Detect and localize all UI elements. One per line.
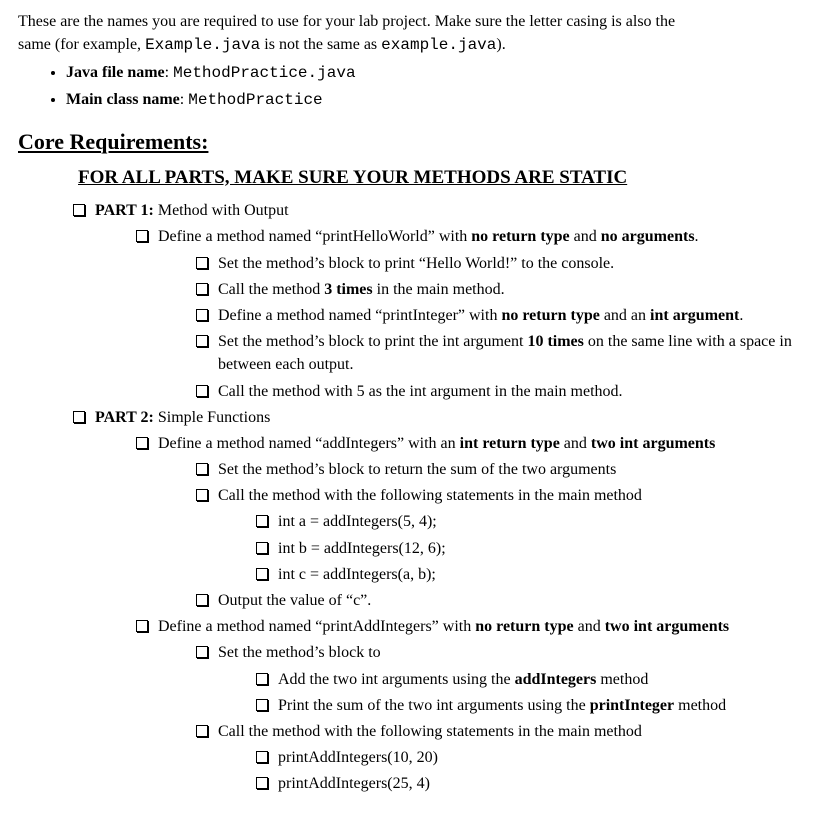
bullet-main-class: Main class name: MethodPractice	[66, 88, 811, 112]
checkbox-icon	[196, 335, 208, 347]
checkbox-icon	[196, 309, 208, 321]
part2-row: PART 2: Simple Functions	[73, 406, 811, 429]
checkbox-icon	[256, 777, 268, 789]
checkbox-icon	[196, 385, 208, 397]
static-methods-heading: FOR ALL PARTS, MAKE SURE YOUR METHODS AR…	[78, 164, 811, 192]
checkbox-icon	[196, 283, 208, 295]
name-bullets: Java file name: MethodPractice.java Main…	[18, 61, 811, 111]
p2-output-c: Output the value of “c”.	[196, 589, 811, 612]
checkbox-icon	[256, 515, 268, 527]
part2-title: PART 2: Simple Functions	[95, 406, 811, 429]
intro-code2: example.java	[381, 36, 496, 54]
p2-stmt-a: int a = addIntegers(5, 4);	[256, 510, 811, 533]
checkbox-icon	[256, 673, 268, 685]
p2-print-sum: Print the sum of the two int arguments u…	[256, 694, 811, 717]
part1-title: PART 1: Method with Output	[95, 199, 811, 222]
checkbox-icon	[196, 725, 208, 737]
p1-call-3times: Call the method 3 times in the main meth…	[196, 278, 811, 301]
bullet1-value: MethodPractice.java	[173, 64, 355, 82]
p1-set-block-hello: Set the method’s block to print “Hello W…	[196, 252, 811, 275]
intro-line2a: same (for example,	[18, 36, 145, 53]
checkbox-icon	[196, 463, 208, 475]
p2-define-printaddintegers: Define a method named “printAddIntegers”…	[136, 615, 811, 638]
checkbox-icon	[256, 699, 268, 711]
intro-line2c: ).	[496, 36, 505, 53]
p1-define-printhelloworld: Define a method named “printHelloWorld” …	[136, 225, 811, 248]
bullet-java-file: Java file name: MethodPractice.java	[66, 61, 811, 85]
p2-add-two-ints: Add the two int arguments using the addI…	[256, 668, 811, 691]
checkbox-icon	[136, 620, 148, 632]
intro-line2b: is not the same as	[260, 36, 381, 53]
checkbox-icon	[196, 489, 208, 501]
bullet1-label: Java file name	[66, 64, 165, 81]
bullet2-value: MethodPractice	[188, 91, 322, 109]
p1-call-with-5: Call the method with 5 as the int argume…	[196, 380, 811, 403]
p2-call-25-4: printAddIntegers(25, 4)	[256, 772, 811, 795]
p2-set-block-to: Set the method’s block to	[196, 641, 811, 664]
checkbox-icon	[196, 257, 208, 269]
checkbox-icon	[136, 437, 148, 449]
checkbox-icon	[196, 594, 208, 606]
p1-define-printinteger: Define a method named “printInteger” wit…	[196, 304, 811, 327]
intro-paragraph: These are the names you are required to …	[18, 10, 811, 57]
checkbox-icon	[256, 751, 268, 763]
core-requirements-heading: Core Requirements:	[18, 126, 811, 158]
intro-code1: Example.java	[145, 36, 260, 54]
p1-set-block-10times: Set the method’s block to print the int …	[196, 330, 811, 376]
checkbox-icon	[196, 646, 208, 658]
p2-stmt-c: int c = addIntegers(a, b);	[256, 563, 811, 586]
p2-call-main-statements: Call the method with the following state…	[196, 720, 811, 743]
part1-row: PART 1: Method with Output	[73, 199, 811, 222]
checkbox-icon	[256, 542, 268, 554]
p2-set-block-sum: Set the method’s block to return the sum…	[196, 458, 811, 481]
checkbox-icon	[136, 230, 148, 242]
p2-define-addintegers: Define a method named “addIntegers” with…	[136, 432, 811, 455]
checkbox-icon	[73, 204, 85, 216]
p2-call-statements: Call the method with the following state…	[196, 484, 811, 507]
checkbox-icon	[256, 568, 268, 580]
checkbox-icon	[73, 411, 85, 423]
intro-line1: These are the names you are required to …	[18, 13, 675, 30]
p2-stmt-b: int b = addIntegers(12, 6);	[256, 537, 811, 560]
bullet2-label: Main class name	[66, 91, 180, 108]
p2-call-10-20: printAddIntegers(10, 20)	[256, 746, 811, 769]
